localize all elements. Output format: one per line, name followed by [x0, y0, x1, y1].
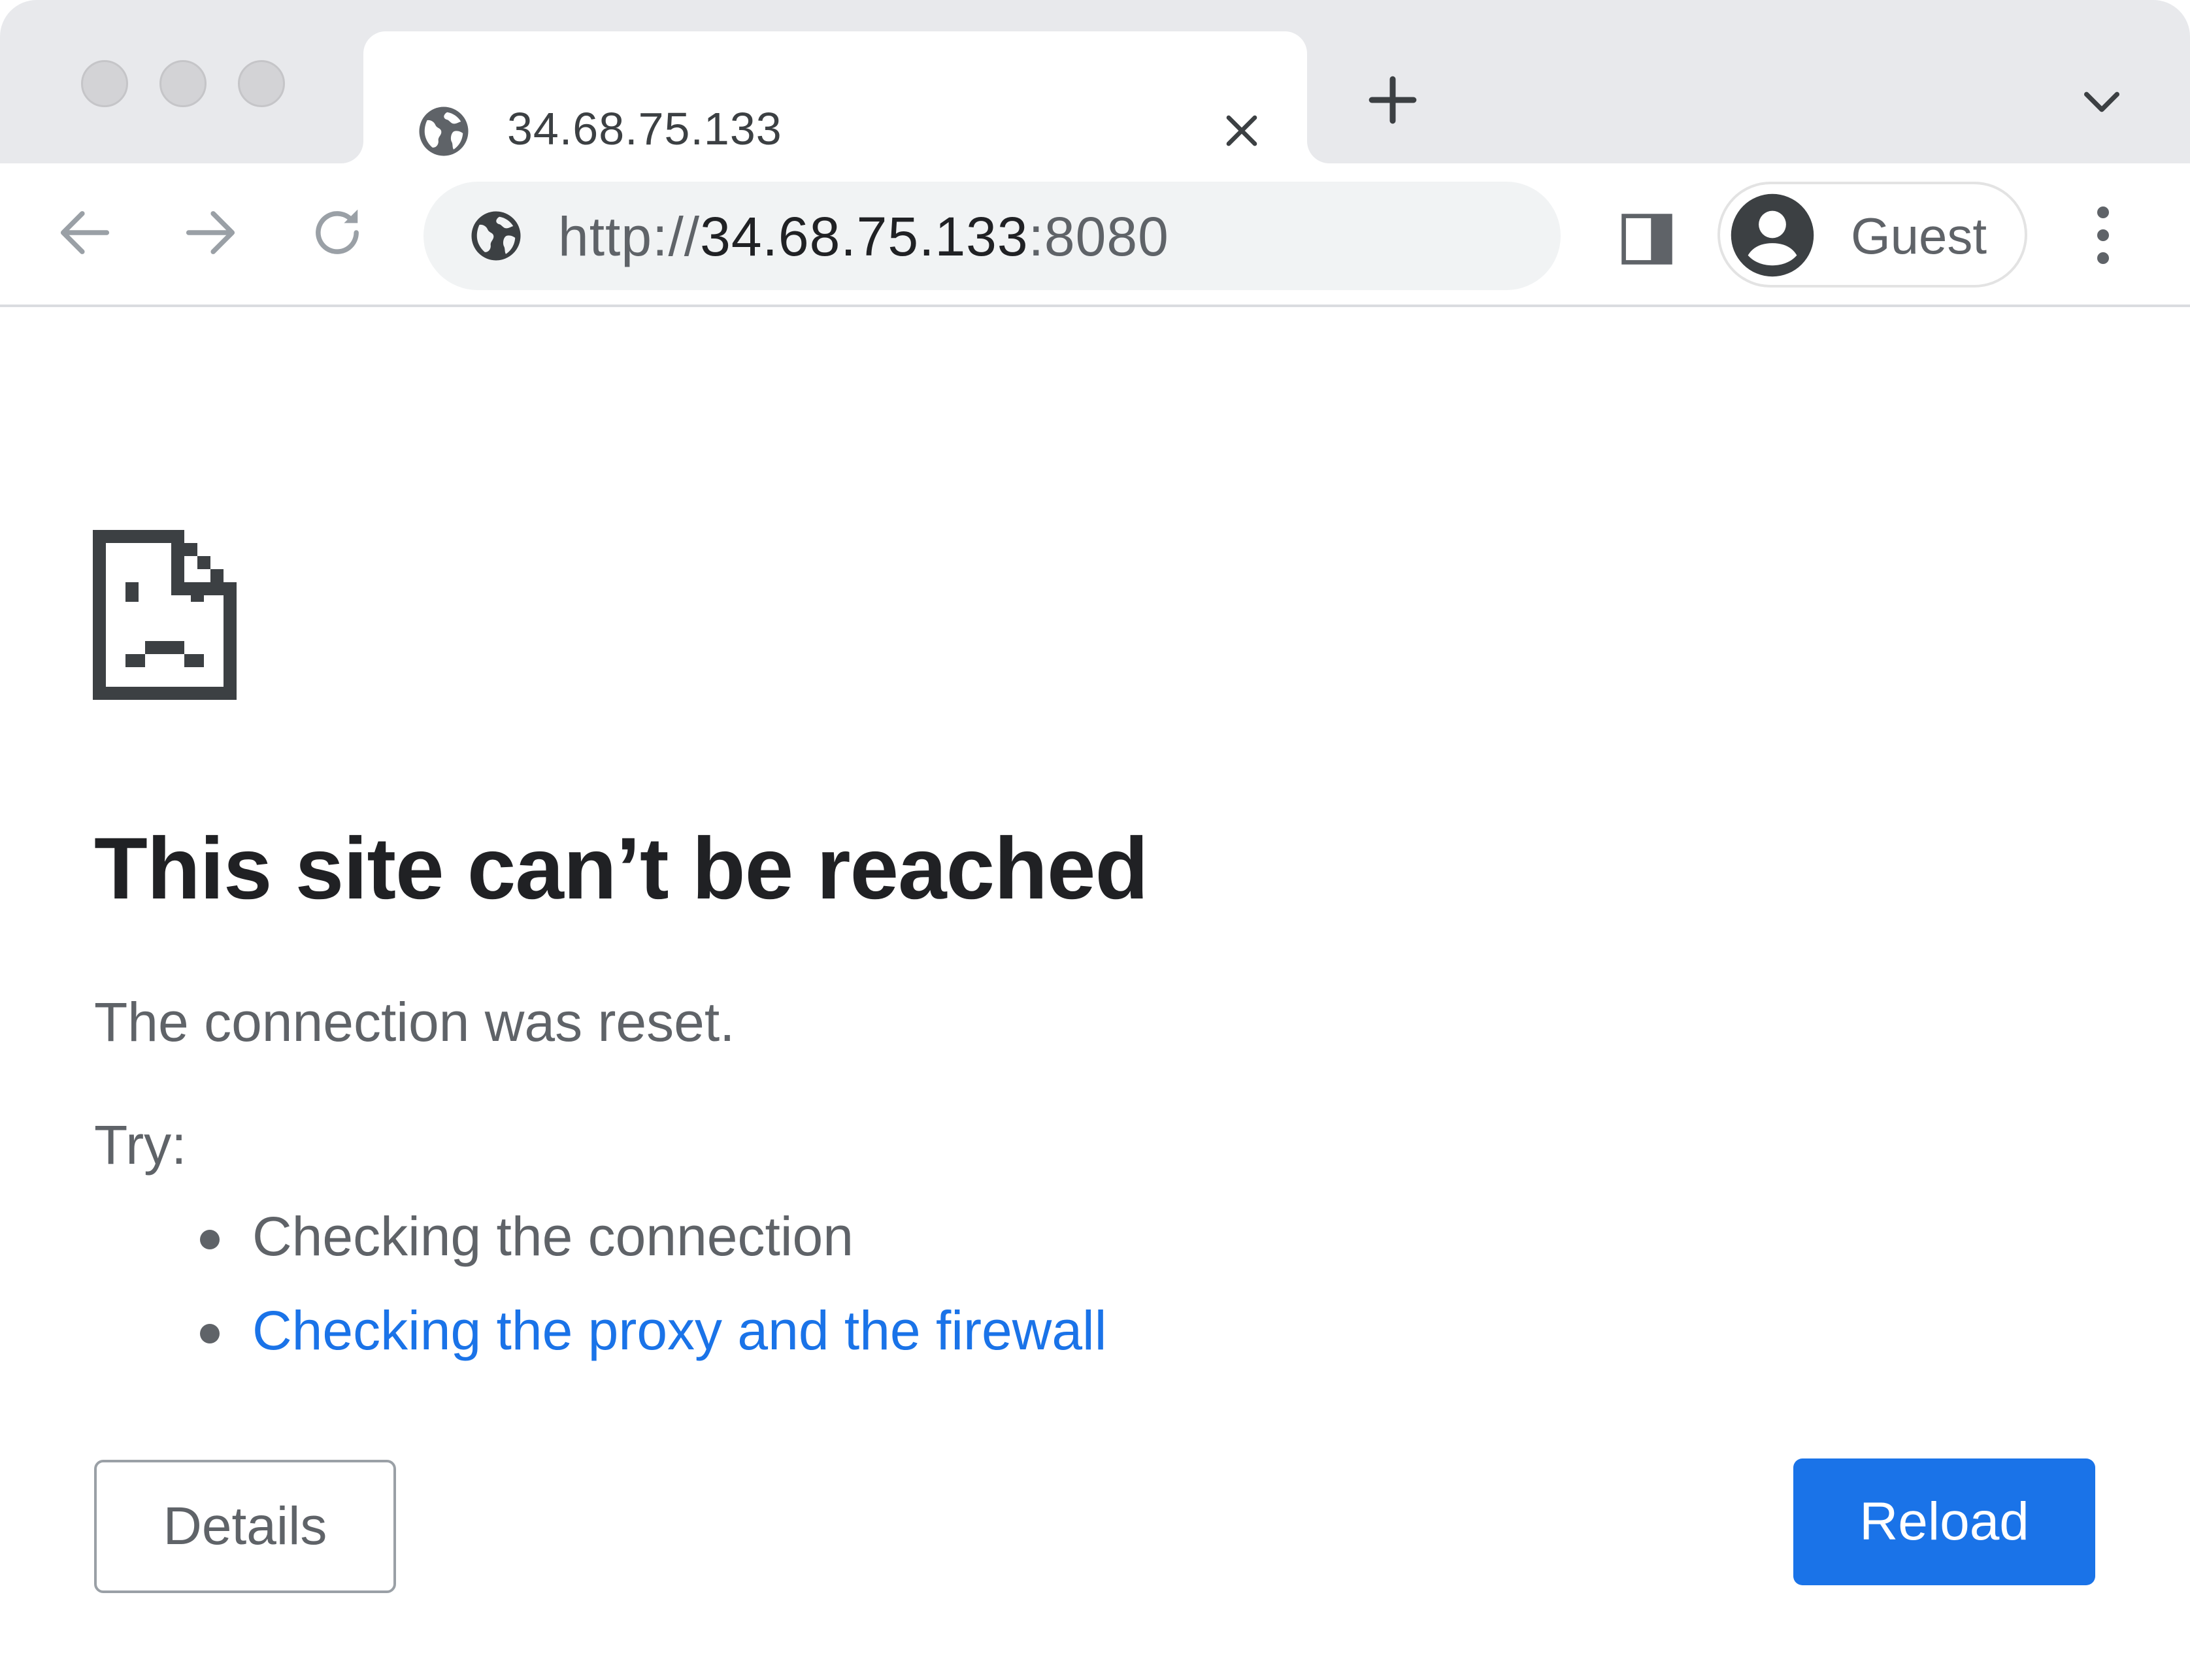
profile-button[interactable]: Guest	[1717, 182, 2027, 288]
window-zoom-button[interactable]	[238, 60, 285, 107]
page-content: This site can’t be reached The connectio…	[0, 307, 2190, 1680]
tab-title: 34.68.75.133	[507, 103, 782, 154]
proxy-firewall-link[interactable]: Checking the proxy and the firewall	[190, 1298, 1106, 1392]
url-scheme: http://	[558, 206, 701, 267]
chevron-down-icon[interactable]	[2076, 76, 2128, 128]
try-label: Try:	[94, 1114, 187, 1176]
browser-window: 34.68.75.133 http://34.68.75.133:8080 Gu…	[0, 0, 2190, 1680]
list-item: Checking the connection	[190, 1204, 1106, 1298]
side-panel-icon[interactable]	[1614, 206, 1680, 272]
avatar-icon	[1731, 193, 1814, 277]
arrow-right-icon[interactable]	[178, 200, 243, 265]
toolbar: http://34.68.75.133:8080 Guest	[0, 163, 2190, 307]
window-close-button[interactable]	[81, 60, 128, 107]
profile-label: Guest	[1851, 207, 1987, 265]
plus-icon[interactable]	[1363, 71, 1422, 129]
error-message: The connection was reset.	[94, 991, 735, 1053]
tab-active[interactable]: 34.68.75.133	[363, 31, 1307, 163]
kebab-menu-icon[interactable]	[2070, 196, 2136, 274]
url-host: 34.68.75.133	[700, 206, 1029, 267]
tab-strip: 34.68.75.133	[0, 0, 2190, 163]
details-button[interactable]: Details	[94, 1460, 396, 1593]
reload-button[interactable]: Reload	[1793, 1458, 2095, 1585]
url-port: :8080	[1028, 206, 1169, 267]
close-icon[interactable]	[1216, 105, 1268, 157]
reload-icon[interactable]	[305, 200, 370, 265]
url-text[interactable]: http://34.68.75.133:8080	[558, 205, 1169, 268]
error-title: This site can’t be reached	[94, 820, 1148, 917]
globe-icon[interactable]	[467, 206, 525, 265]
address-bar[interactable]: http://34.68.75.133:8080	[423, 182, 1561, 290]
sad-document-icon	[93, 530, 237, 700]
window-minimize-button[interactable]	[159, 60, 207, 107]
arrow-left-icon[interactable]	[52, 200, 118, 265]
globe-icon	[419, 107, 469, 156]
suggestion-list: Checking the connection Checking the pro…	[190, 1204, 1106, 1392]
